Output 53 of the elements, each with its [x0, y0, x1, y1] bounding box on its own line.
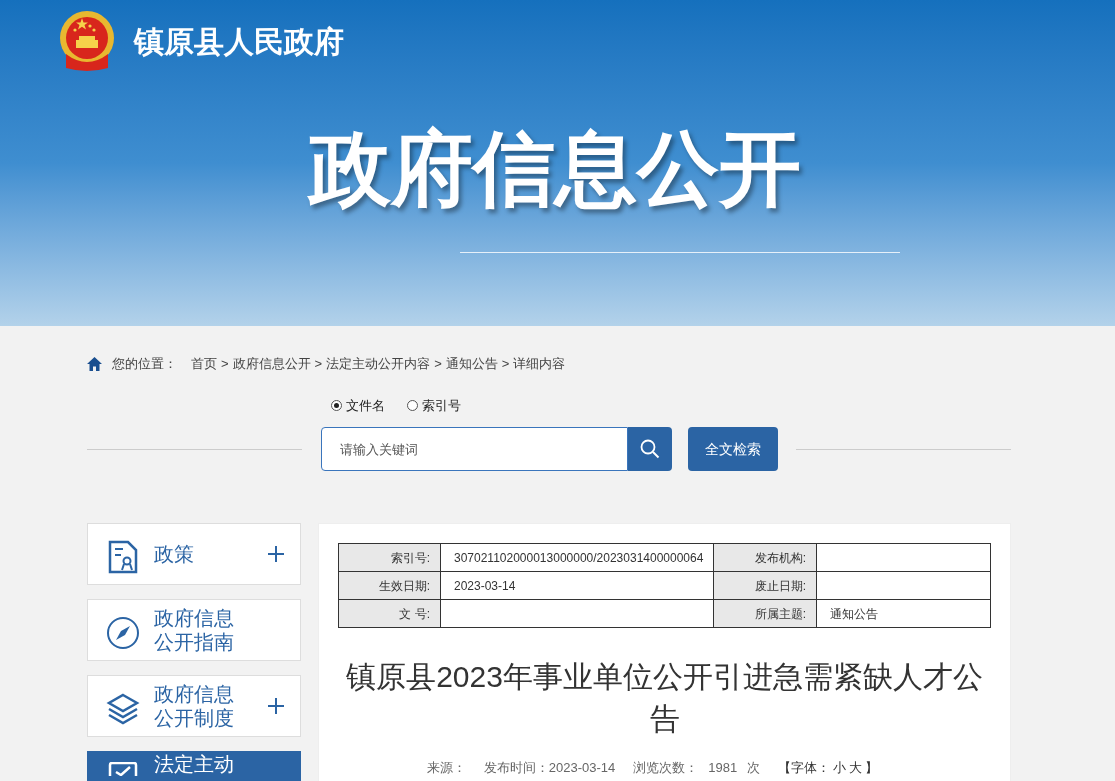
article-title: 镇原县2023年事业单位公开引进急需紧缺人才公告 — [345, 659, 984, 737]
field-value: 307021102000013000000/2023031400000064 — [440, 543, 714, 572]
search-field[interactable]: 请输入关键词 — [320, 427, 628, 471]
font-large-link[interactable]: 大 — [849, 758, 863, 778]
breadcrumb-link[interactable]: 详细内容 — [513, 354, 566, 374]
layers-icon — [106, 692, 140, 726]
breadcrumb-separator: > — [434, 355, 442, 373]
sidebar-item[interactable]: 政府信息公开指南 — [87, 599, 301, 661]
field-label: 文 号: — [338, 599, 441, 628]
field-label: 索引号: — [338, 543, 441, 572]
breadcrumb-separator: > — [501, 355, 510, 373]
font-size-close: 】 — [865, 759, 879, 777]
views-count: 1981 — [708, 759, 738, 777]
field-label: 废止日期: — [713, 571, 817, 600]
views-unit: 次 — [747, 759, 761, 777]
field-label: 所属主题: — [713, 599, 817, 628]
radio-label: 索引号 — [422, 396, 461, 415]
plus-icon[interactable] — [268, 546, 284, 562]
sidebar-item[interactable]: 法定主动 — [87, 751, 301, 781]
breadcrumb-separator: > — [221, 355, 229, 373]
radio-button[interactable] — [331, 399, 342, 411]
publish-date: 发布时间：2023-03-14 — [483, 759, 616, 777]
home-icon — [87, 356, 102, 371]
breadcrumb-link[interactable]: 政府信息公开 — [232, 354, 311, 374]
radio-button[interactable] — [407, 399, 418, 411]
sidebar-label: 政府信息公开制度 — [154, 682, 235, 730]
sidebar-label: 政府信息公开指南 — [154, 606, 235, 654]
sidebar-item[interactable]: 政策 — [87, 523, 301, 585]
compass-icon — [106, 616, 140, 650]
site-name: 镇原县人民政府 — [134, 23, 344, 60]
breadcrumb-link[interactable]: 法定主动公开内容 — [326, 354, 431, 374]
plus-icon[interactable] — [268, 698, 284, 714]
search-icon — [639, 439, 660, 459]
font-size-label: 【字体： — [778, 759, 831, 777]
breadcrumb-link[interactable]: 首页 — [191, 354, 217, 374]
source-label: 来源： — [426, 759, 466, 777]
radio-label: 文件名 — [346, 396, 385, 415]
views-label: 浏览次数： — [633, 759, 699, 777]
field-label: 发布机构: — [713, 543, 817, 572]
breadcrumb-separator: > — [314, 355, 323, 373]
sidebar-item[interactable]: 政府信息公开制度 — [87, 675, 301, 737]
field-label: 生效日期: — [338, 571, 441, 600]
checkbox-icon — [108, 762, 138, 776]
field-value: 2023-03-14 — [440, 571, 714, 600]
sidebar-label: 政策 — [154, 542, 195, 566]
fulltext-search-button[interactable]: 全文检索 — [687, 427, 778, 471]
certificate-icon — [108, 540, 138, 574]
breadcrumb-link[interactable]: 通知公告 — [445, 354, 498, 374]
breadcrumb-label: 您的位置： — [112, 355, 177, 373]
sidebar-label: 法定主动 — [154, 754, 235, 774]
font-small-link[interactable]: 小 — [833, 758, 847, 778]
field-value: 通知公告 — [816, 599, 991, 628]
search-button[interactable] — [627, 427, 672, 471]
